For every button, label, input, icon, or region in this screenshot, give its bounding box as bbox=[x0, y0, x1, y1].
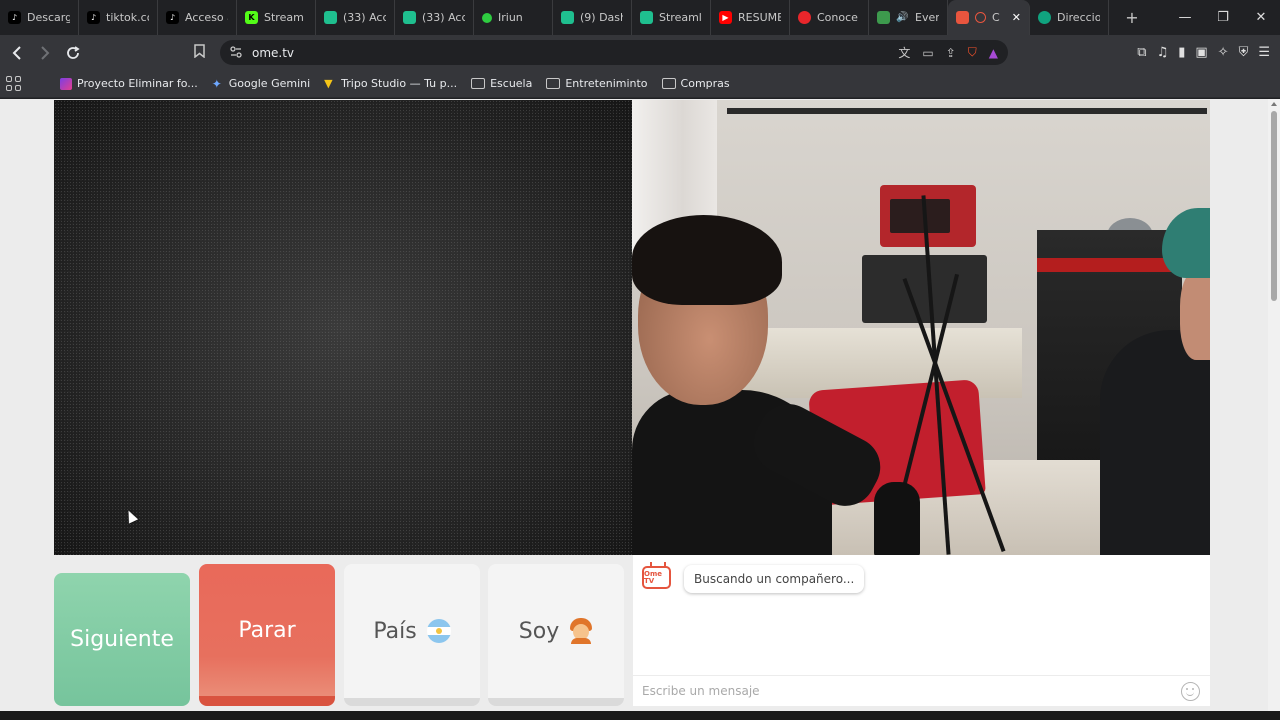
tab-2[interactable]: ♪Acceso a bbox=[158, 0, 237, 35]
tab-10[interactable]: Conoce bbox=[790, 0, 869, 35]
kick-icon: K bbox=[245, 11, 258, 24]
minimize-icon[interactable]: — bbox=[1166, 0, 1204, 35]
app-icon bbox=[324, 11, 337, 24]
chat-input-area bbox=[633, 675, 1210, 706]
browser-toolbar: ome.tv 文 ▭ ⇪ ⛉ ▲ ⧉ ♫ ▮ ▣ ✧ ⛨ ☰ bbox=[0, 35, 1280, 70]
tab-7[interactable]: (9) Dash bbox=[553, 0, 632, 35]
status-message: Buscando un compañero... bbox=[684, 565, 865, 593]
new-tab-button[interactable]: + bbox=[1117, 8, 1147, 27]
page-scrollbar[interactable] bbox=[1268, 99, 1280, 711]
folder-icon bbox=[661, 78, 676, 89]
partner-video bbox=[632, 100, 1210, 555]
share-icon[interactable]: ⇪ bbox=[946, 46, 956, 60]
tab-strip: ♪Descarg ♪tiktok.co ♪Acceso a KStream - … bbox=[0, 0, 1280, 35]
screenshot-icon[interactable]: ⧉ bbox=[1137, 45, 1146, 60]
tab-3[interactable]: K Stream - bbox=[237, 0, 316, 35]
ometv-icon bbox=[956, 11, 969, 24]
tiktok-icon: ♪ bbox=[87, 11, 100, 24]
microwave bbox=[862, 255, 987, 323]
tab-4[interactable]: (33) Acc bbox=[316, 0, 395, 35]
next-button[interactable]: Siguiente bbox=[54, 573, 190, 706]
argentina-flag-icon bbox=[426, 619, 451, 643]
static-noise bbox=[54, 100, 632, 555]
app-icon bbox=[403, 11, 416, 24]
app-icon bbox=[1038, 11, 1051, 24]
app-icon bbox=[877, 11, 890, 24]
boy-emoji-icon bbox=[569, 618, 593, 644]
tiktok-icon: ♪ bbox=[166, 11, 179, 24]
media-icon[interactable]: ♫ bbox=[1157, 45, 1169, 60]
bookmark-gemini[interactable]: ✦ Google Gemini bbox=[212, 77, 310, 90]
tab-9[interactable]: ▶ RESUME bbox=[711, 0, 790, 35]
dot-icon bbox=[482, 12, 492, 23]
apps-grid-icon[interactable] bbox=[6, 75, 22, 92]
tab-0[interactable]: ♪ Descarg bbox=[0, 0, 79, 35]
maximize-icon[interactable]: ❐ bbox=[1204, 0, 1242, 35]
app-icon bbox=[561, 11, 574, 24]
omnibox-actions: 文 ▭ ⇪ ⛉ ▲ bbox=[898, 40, 998, 65]
tab-11[interactable]: 🔊Even bbox=[869, 0, 948, 35]
tab-13[interactable]: Direccio bbox=[1030, 0, 1109, 35]
microphone bbox=[874, 482, 920, 555]
cast-icon[interactable]: ▭ bbox=[922, 46, 933, 60]
person-right bbox=[1100, 330, 1210, 555]
translate-icon[interactable]: 文 bbox=[898, 44, 910, 61]
app-icon bbox=[60, 77, 72, 90]
tab-5[interactable]: (33) Acc bbox=[395, 0, 474, 35]
own-camera-video bbox=[54, 100, 632, 555]
youtube-icon: ▶ bbox=[719, 11, 732, 24]
brave-shield-icon[interactable]: ⛉ bbox=[968, 45, 977, 60]
gender-button[interactable]: Soy bbox=[488, 564, 624, 706]
recording-icon bbox=[975, 12, 986, 23]
chat-panel: Ome TV Buscando un compañero... bbox=[633, 555, 1210, 706]
stop-button[interactable]: Parar bbox=[199, 564, 335, 706]
folder-icon bbox=[471, 78, 486, 89]
emoji-smile-icon[interactable] bbox=[1181, 682, 1200, 701]
forward-icon[interactable] bbox=[32, 40, 57, 65]
bookmark-icon[interactable] bbox=[194, 44, 205, 62]
chat-message-input[interactable] bbox=[642, 684, 1162, 698]
tiktok-icon: ♪ bbox=[8, 11, 21, 24]
ometv-page: Siguiente Parar País Soy Ome TV Buscando… bbox=[0, 99, 1268, 711]
country-button[interactable]: País bbox=[344, 564, 480, 706]
site-settings-icon[interactable] bbox=[230, 43, 242, 62]
leo-ai-icon[interactable]: ✧ bbox=[1218, 45, 1229, 60]
url-text: ome.tv bbox=[252, 45, 295, 60]
close-tab-icon[interactable]: ✕ bbox=[1012, 11, 1021, 24]
speaker-icon: 🔊 bbox=[896, 12, 909, 23]
bookmark-proyecto[interactable]: Proyecto Eliminar fo... bbox=[60, 77, 198, 90]
tripo-icon: ▼ bbox=[324, 76, 333, 90]
address-bar[interactable]: ome.tv 文 ▭ ⇪ ⛉ ▲ bbox=[220, 40, 1008, 65]
bookmark-tripo[interactable]: ▼ Tripo Studio — Tu p... bbox=[324, 77, 457, 90]
scroll-up-icon[interactable] bbox=[1271, 102, 1277, 106]
close-window-icon[interactable]: ✕ bbox=[1242, 0, 1280, 35]
vpn-icon[interactable]: ⛨ bbox=[1239, 45, 1249, 60]
tab-6[interactable]: Iriun bbox=[474, 0, 553, 35]
ometv-logo-icon: Ome TV bbox=[642, 566, 671, 589]
menu-icon[interactable]: ☰ bbox=[1258, 45, 1270, 60]
toolbar-actions: ⧉ ♫ ▮ ▣ ✧ ⛨ ☰ bbox=[1137, 35, 1270, 70]
sidebar-icon[interactable]: ▮ bbox=[1178, 45, 1185, 60]
shelf bbox=[727, 108, 1207, 114]
bookmark-folder-compras[interactable]: Compras bbox=[661, 77, 730, 90]
tab-12-active[interactable]: C ✕ bbox=[948, 0, 1030, 35]
gemini-icon: ✦ bbox=[211, 76, 222, 91]
brave-rewards-icon[interactable]: ▲ bbox=[989, 46, 998, 60]
bookmark-folder-escuela[interactable]: Escuela bbox=[471, 77, 532, 90]
folder-icon bbox=[546, 78, 561, 89]
tab-8[interactable]: Streamli bbox=[632, 0, 711, 35]
app-icon bbox=[798, 11, 811, 24]
bookmark-folder-entretenimiento[interactable]: Entreteniminto bbox=[546, 77, 648, 90]
app-icon bbox=[640, 11, 653, 24]
bookmarks-bar: Proyecto Eliminar fo... ✦ Google Gemini … bbox=[0, 70, 1280, 98]
reload-icon[interactable] bbox=[60, 40, 85, 65]
wallet-icon[interactable]: ▣ bbox=[1195, 45, 1207, 60]
tab-1[interactable]: ♪ tiktok.co bbox=[79, 0, 158, 35]
window-controls: — ❐ ✕ bbox=[1166, 0, 1280, 35]
scrollbar-thumb[interactable] bbox=[1271, 111, 1277, 301]
back-icon[interactable] bbox=[4, 40, 29, 65]
